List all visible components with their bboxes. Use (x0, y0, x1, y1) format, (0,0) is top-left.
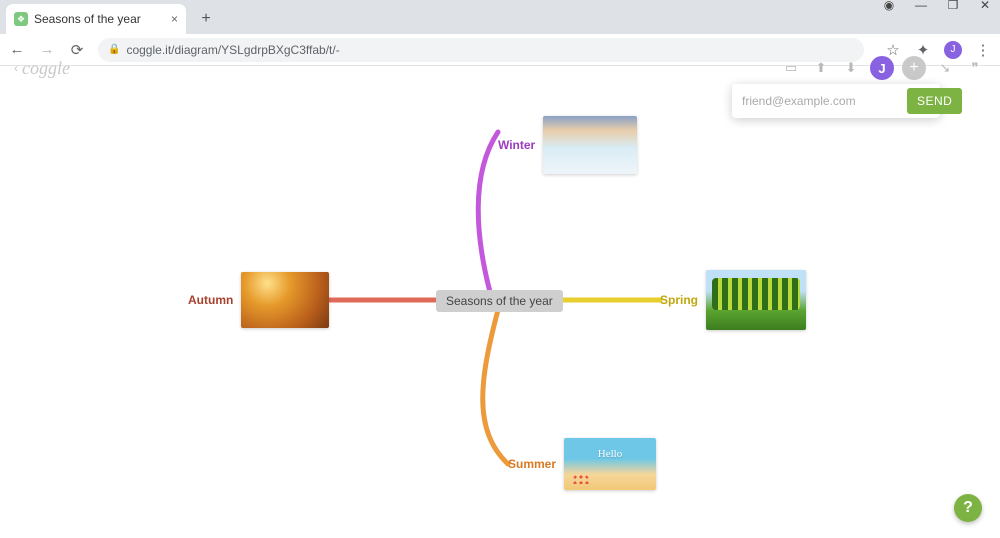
thumb-summer[interactable] (564, 438, 656, 490)
node-label-spring: Spring (660, 293, 698, 307)
download-icon[interactable]: ⬇ (840, 57, 862, 79)
link-icon[interactable]: ↘ (934, 57, 956, 79)
back-to-coggle[interactable]: ‹ coggle (14, 58, 70, 79)
user-avatar[interactable]: J (870, 56, 894, 80)
chevron-left-icon: ‹ (14, 61, 18, 75)
thumb-autumn[interactable] (241, 272, 329, 328)
upload-icon[interactable]: ⬆ (810, 57, 832, 79)
node-label-summer: Summer (508, 457, 556, 471)
favicon-icon: ❖ (14, 12, 28, 26)
thumb-spring[interactable] (706, 270, 806, 330)
window-minimize-icon[interactable]: — (914, 0, 928, 12)
tab-close-icon[interactable]: × (171, 12, 178, 26)
comments-icon[interactable]: ❞ (964, 57, 986, 79)
node-winter[interactable]: Winter (498, 116, 637, 174)
new-tab-button[interactable]: + (194, 7, 218, 31)
tab-title: Seasons of the year (34, 12, 141, 26)
browser-tab[interactable]: ❖ Seasons of the year × (6, 4, 186, 34)
node-autumn[interactable]: Autumn (188, 272, 329, 328)
thumb-winter[interactable] (543, 116, 637, 174)
node-label-autumn: Autumn (188, 293, 233, 307)
account-dot-icon[interactable]: ◉ (882, 0, 896, 12)
present-icon[interactable]: ▭ (780, 57, 802, 79)
toolbar: ▭ ⬆ ⬇ J + ↘ ❞ (780, 56, 986, 80)
node-spring[interactable]: Spring (660, 270, 806, 330)
node-label-winter: Winter (498, 138, 535, 152)
window-close-icon[interactable]: ✕ (978, 0, 992, 12)
tab-strip: ❖ Seasons of the year × + ◉ — ❐ ✕ (0, 0, 1000, 34)
add-collaborator-button[interactable]: + (902, 56, 926, 80)
window-restore-icon[interactable]: ❐ (946, 0, 960, 12)
help-button[interactable]: ? (954, 494, 982, 522)
center-node[interactable]: Seasons of the year (436, 290, 563, 312)
mindmap-canvas[interactable]: Seasons of the year Winter Spring Autumn… (0, 78, 1000, 538)
coggle-logo: coggle (22, 58, 70, 79)
node-summer[interactable]: Summer (508, 438, 656, 490)
